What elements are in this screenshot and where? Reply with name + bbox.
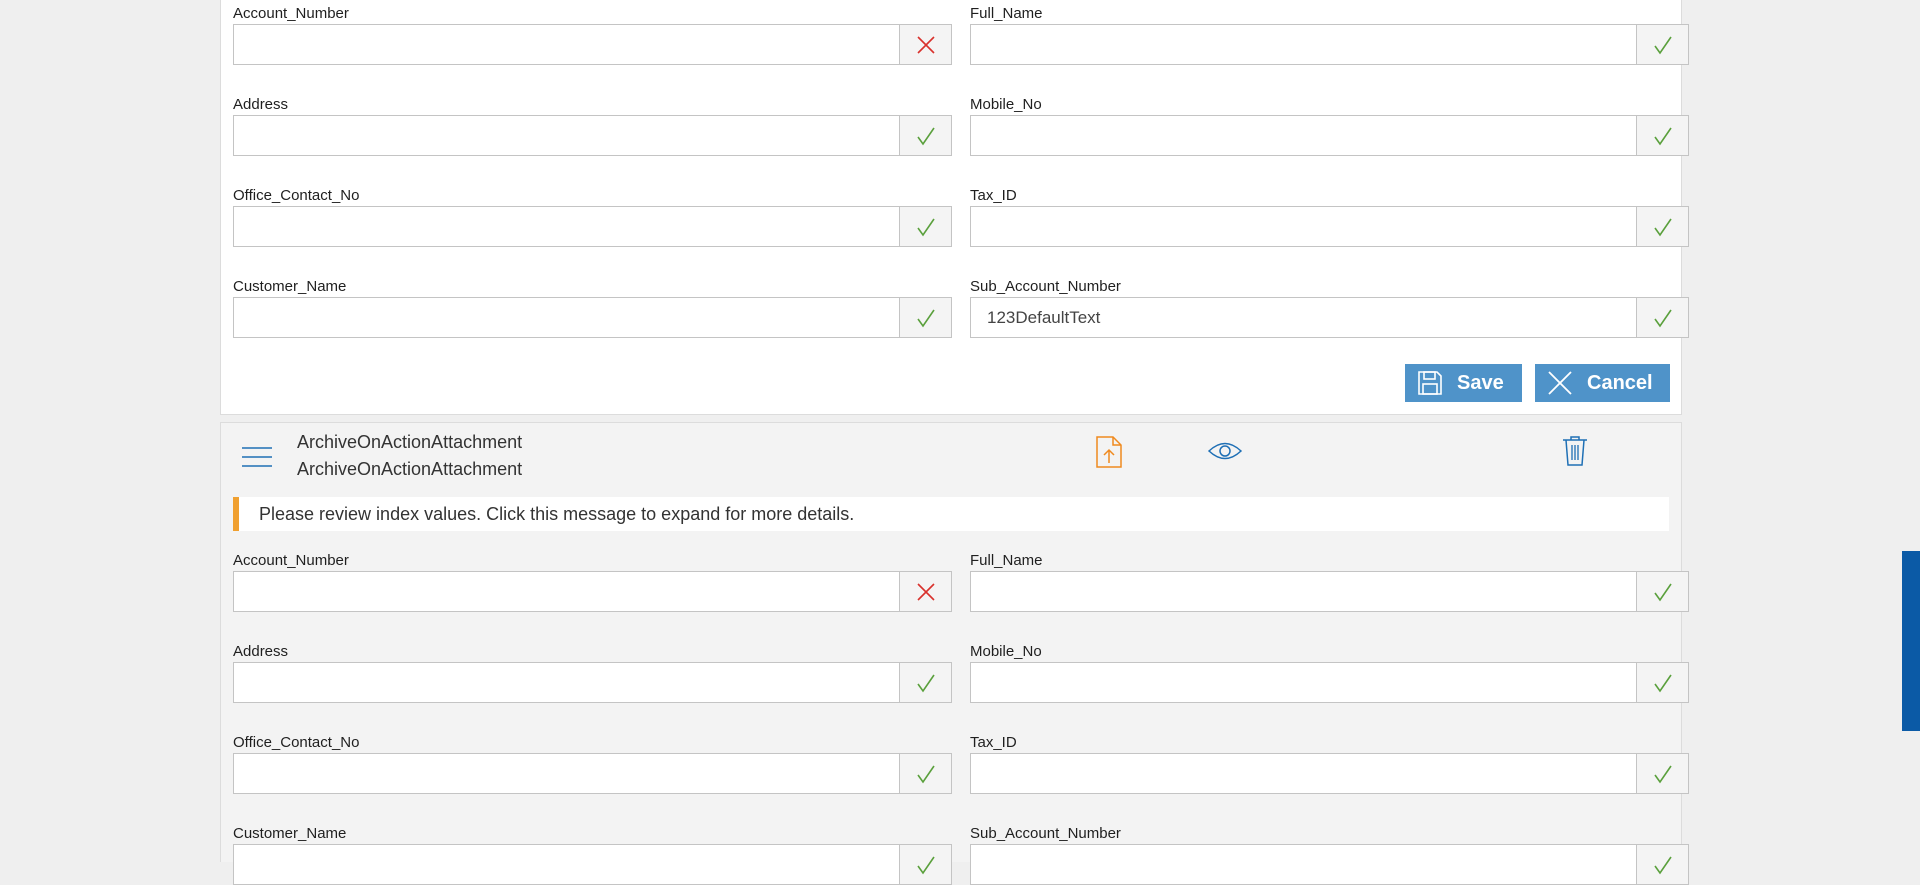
sub-account-number-field: Sub_Account_Number (970, 278, 1689, 338)
field-label: Mobile_No (970, 96, 1042, 113)
address-field: Address (233, 96, 952, 156)
field-label: Mobile_No (970, 643, 1042, 660)
attachment-filename: ArchiveOnActionAttachment (297, 459, 523, 479)
field-label: Full_Name (970, 552, 1043, 569)
field-label: Customer_Name (233, 278, 347, 295)
cancel-button-label: Cancel (1587, 371, 1653, 394)
upload-file-icon[interactable] (1095, 435, 1123, 474)
attachment-panel: ArchiveOnActionAttachment ArchiveOnActio… (220, 422, 1689, 885)
save-button-label: Save (1457, 371, 1504, 394)
mobile-no-input[interactable] (970, 662, 1637, 703)
field-label: Tax_ID (970, 734, 1017, 751)
account-number-input[interactable] (233, 571, 900, 612)
checkmark-icon (1637, 24, 1689, 65)
review-notice[interactable]: Please review index values. Click this m… (233, 497, 1669, 531)
field-label: Sub_Account_Number (970, 825, 1121, 842)
field-label: Office_Contact_No (233, 734, 360, 751)
checkmark-icon (1637, 115, 1689, 156)
mobile-no-input[interactable] (970, 115, 1637, 156)
hamburger-menu-icon[interactable] (241, 445, 273, 474)
sub-account-number-field: Sub_Account_Number (970, 825, 1689, 885)
field-label: Sub_Account_Number (970, 278, 1121, 295)
full-name-input[interactable] (970, 571, 1637, 612)
checkmark-icon (900, 753, 952, 794)
office-contact-no-input[interactable] (233, 206, 900, 247)
eye-icon[interactable] (1207, 440, 1243, 467)
field-label: Customer_Name (233, 825, 347, 842)
full-name-field: Full_Name (970, 552, 1689, 612)
x-mark-icon (900, 571, 952, 612)
tax-id-input[interactable] (970, 753, 1637, 794)
index-form-panel: Account_Number Full_Name Address Mobile_… (220, 0, 1689, 415)
customer-name-input[interactable] (233, 297, 900, 338)
attachment-header: ArchiveOnActionAttachment ArchiveOnActio… (221, 423, 1681, 493)
checkmark-icon (900, 297, 952, 338)
mobile-no-field: Mobile_No (970, 643, 1689, 703)
field-label: Tax_ID (970, 187, 1017, 204)
x-mark-icon (900, 24, 952, 65)
account-number-field: Account_Number (233, 5, 952, 65)
checkmark-icon (1637, 844, 1689, 885)
sub-account-number-input[interactable] (970, 844, 1637, 885)
tax-id-field: Tax_ID (970, 187, 1689, 247)
address-input[interactable] (233, 115, 900, 156)
field-label: Account_Number (233, 5, 349, 22)
address-input[interactable] (233, 662, 900, 703)
field-label: Office_Contact_No (233, 187, 360, 204)
field-label: Address (233, 643, 289, 660)
checkmark-icon (900, 206, 952, 247)
save-button[interactable]: Save (1405, 364, 1522, 402)
field-label: Full_Name (970, 5, 1043, 22)
full-name-input[interactable] (970, 24, 1637, 65)
sub-account-number-input[interactable] (970, 297, 1637, 338)
checkmark-icon (900, 115, 952, 156)
scrollbar-thumb[interactable] (1902, 551, 1920, 731)
checkmark-icon (1637, 662, 1689, 703)
field-label: Account_Number (233, 552, 349, 569)
account-number-field: Account_Number (233, 552, 952, 612)
checkmark-icon (1637, 206, 1689, 247)
trash-icon[interactable] (1561, 435, 1589, 472)
tax-id-field: Tax_ID (970, 734, 1689, 794)
field-label: Address (233, 96, 289, 113)
checkmark-icon (1637, 571, 1689, 612)
checkmark-icon (900, 662, 952, 703)
address-field: Address (233, 643, 952, 703)
cancel-button[interactable]: Cancel (1535, 364, 1670, 402)
mobile-no-field: Mobile_No (970, 96, 1689, 156)
customer-name-input[interactable] (233, 844, 900, 885)
checkmark-icon (900, 844, 952, 885)
checkmark-icon (1637, 297, 1689, 338)
account-number-input[interactable] (233, 24, 900, 65)
office-contact-no-input[interactable] (233, 753, 900, 794)
floppy-disk-icon (1418, 371, 1442, 395)
office-contact-no-field: Office_Contact_No (233, 187, 952, 247)
customer-name-field: Customer_Name (233, 278, 952, 338)
attachment-name: ArchiveOnActionAttachment (297, 432, 523, 452)
tax-id-input[interactable] (970, 206, 1637, 247)
close-icon (1548, 371, 1572, 395)
checkmark-icon (1637, 753, 1689, 794)
office-contact-no-field: Office_Contact_No (233, 734, 952, 794)
full-name-field: Full_Name (970, 5, 1689, 65)
customer-name-field: Customer_Name (233, 825, 952, 885)
